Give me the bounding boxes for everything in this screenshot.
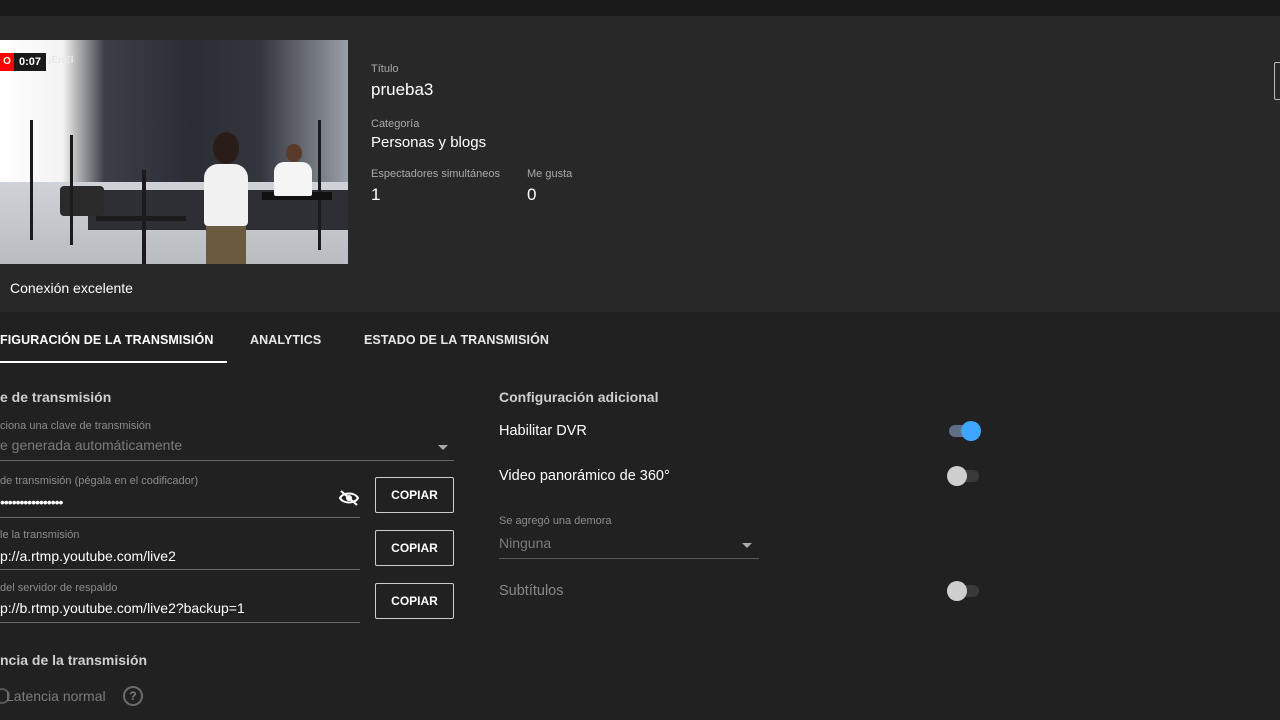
toggle-knob bbox=[947, 466, 967, 486]
category-label: Categoría bbox=[371, 118, 420, 130]
video-scene-table bbox=[96, 216, 186, 221]
likes-label: Me gusta bbox=[527, 168, 573, 180]
additional-settings-title: Configuración adicional bbox=[499, 389, 659, 405]
panoramic-label: Video panorámico de 360° bbox=[499, 468, 670, 484]
key-underline bbox=[0, 517, 360, 518]
dvr-toggle[interactable] bbox=[947, 420, 981, 441]
video-scene-stand bbox=[318, 120, 321, 250]
stream-key-field[interactable]: •••••••••••••••• bbox=[0, 494, 63, 510]
live-badge: O bbox=[0, 53, 14, 71]
likes-value: 0 bbox=[527, 185, 537, 204]
eye-off-icon[interactable] bbox=[338, 489, 360, 507]
stream-key-section-title: e de transmisión bbox=[0, 389, 112, 405]
copy-url-button[interactable]: COPIAR bbox=[375, 530, 454, 566]
tab-stream-settings[interactable]: FIGURACIÓN DE LA TRANSMISIÓN bbox=[0, 333, 213, 347]
latency-section-title: ncia de la transmisión bbox=[0, 652, 148, 668]
dropdown-caret-icon[interactable] bbox=[438, 445, 448, 450]
title-value: prueba3 bbox=[371, 80, 434, 99]
panel-divider bbox=[0, 312, 1280, 320]
help-circle-icon[interactable]: ? bbox=[123, 686, 143, 706]
copy-key-button[interactable]: COPIAR bbox=[375, 477, 454, 513]
video-scene-person bbox=[204, 164, 248, 226]
delay-label: Se agregó una demora bbox=[499, 515, 612, 527]
dvr-label: Habilitar DVR bbox=[499, 423, 587, 439]
delay-select[interactable]: Ninguna bbox=[499, 535, 551, 551]
toggle-knob bbox=[961, 421, 981, 441]
backup-underline bbox=[0, 622, 360, 623]
subtitles-toggle[interactable] bbox=[947, 580, 981, 601]
connection-status: Conexión excelente bbox=[10, 280, 133, 296]
backup-url-field[interactable]: p://b.rtmp.youtube.com/live2?backup=1 bbox=[0, 600, 245, 616]
video-preview[interactable] bbox=[0, 40, 348, 264]
url-underline bbox=[0, 569, 360, 570]
title-label: Título bbox=[371, 63, 399, 75]
video-scene-person bbox=[274, 162, 312, 196]
toggle-knob bbox=[947, 581, 967, 601]
category-value: Personas y blogs bbox=[371, 134, 487, 151]
video-scene-person bbox=[213, 132, 239, 164]
video-scene-stand bbox=[70, 135, 73, 245]
viewers-value: 1 bbox=[371, 185, 381, 204]
panoramic-toggle[interactable] bbox=[947, 465, 981, 486]
stream-key-label: de transmisión (pégala en el codificador… bbox=[0, 475, 199, 487]
tab-stream-health[interactable]: ESTADO DE LA TRANSMISIÓN bbox=[364, 333, 549, 347]
latency-normal-option[interactable]: Latencia normal bbox=[6, 688, 106, 704]
tab-analytics[interactable]: ANALYTICS bbox=[250, 333, 321, 347]
live-indicator: O 0:07 bbox=[0, 53, 47, 71]
select-underline bbox=[0, 460, 454, 461]
delay-underline bbox=[499, 558, 759, 559]
video-scene-stand bbox=[30, 120, 33, 240]
header-strip bbox=[0, 16, 1280, 40]
top-app-bar bbox=[0, 0, 1280, 16]
stream-key-select-label: ciona una clave de transmisión bbox=[0, 420, 152, 432]
copy-backup-button[interactable]: COPIAR bbox=[375, 583, 454, 619]
elapsed-time: 0:07 bbox=[14, 53, 47, 71]
subtitles-label: Subtítulos bbox=[499, 583, 564, 599]
stream-url-field[interactable]: p://a.rtmp.youtube.com/live2 bbox=[0, 548, 176, 564]
backup-url-label: del servidor de respaldo bbox=[0, 582, 118, 594]
stream-url-label: le la transmisión bbox=[0, 529, 80, 541]
video-scene-person bbox=[206, 226, 246, 264]
video-scene-drum bbox=[60, 186, 104, 216]
edit-button-edge[interactable] bbox=[1274, 62, 1280, 100]
video-watermark: ¡EnEl bbox=[48, 55, 74, 66]
stream-key-select[interactable]: e generada automáticamente bbox=[0, 437, 182, 453]
video-scene-person bbox=[286, 144, 302, 162]
dropdown-caret-icon[interactable] bbox=[742, 543, 752, 548]
active-tab-indicator bbox=[0, 361, 227, 363]
viewers-label: Espectadores simultáneos bbox=[371, 168, 501, 180]
